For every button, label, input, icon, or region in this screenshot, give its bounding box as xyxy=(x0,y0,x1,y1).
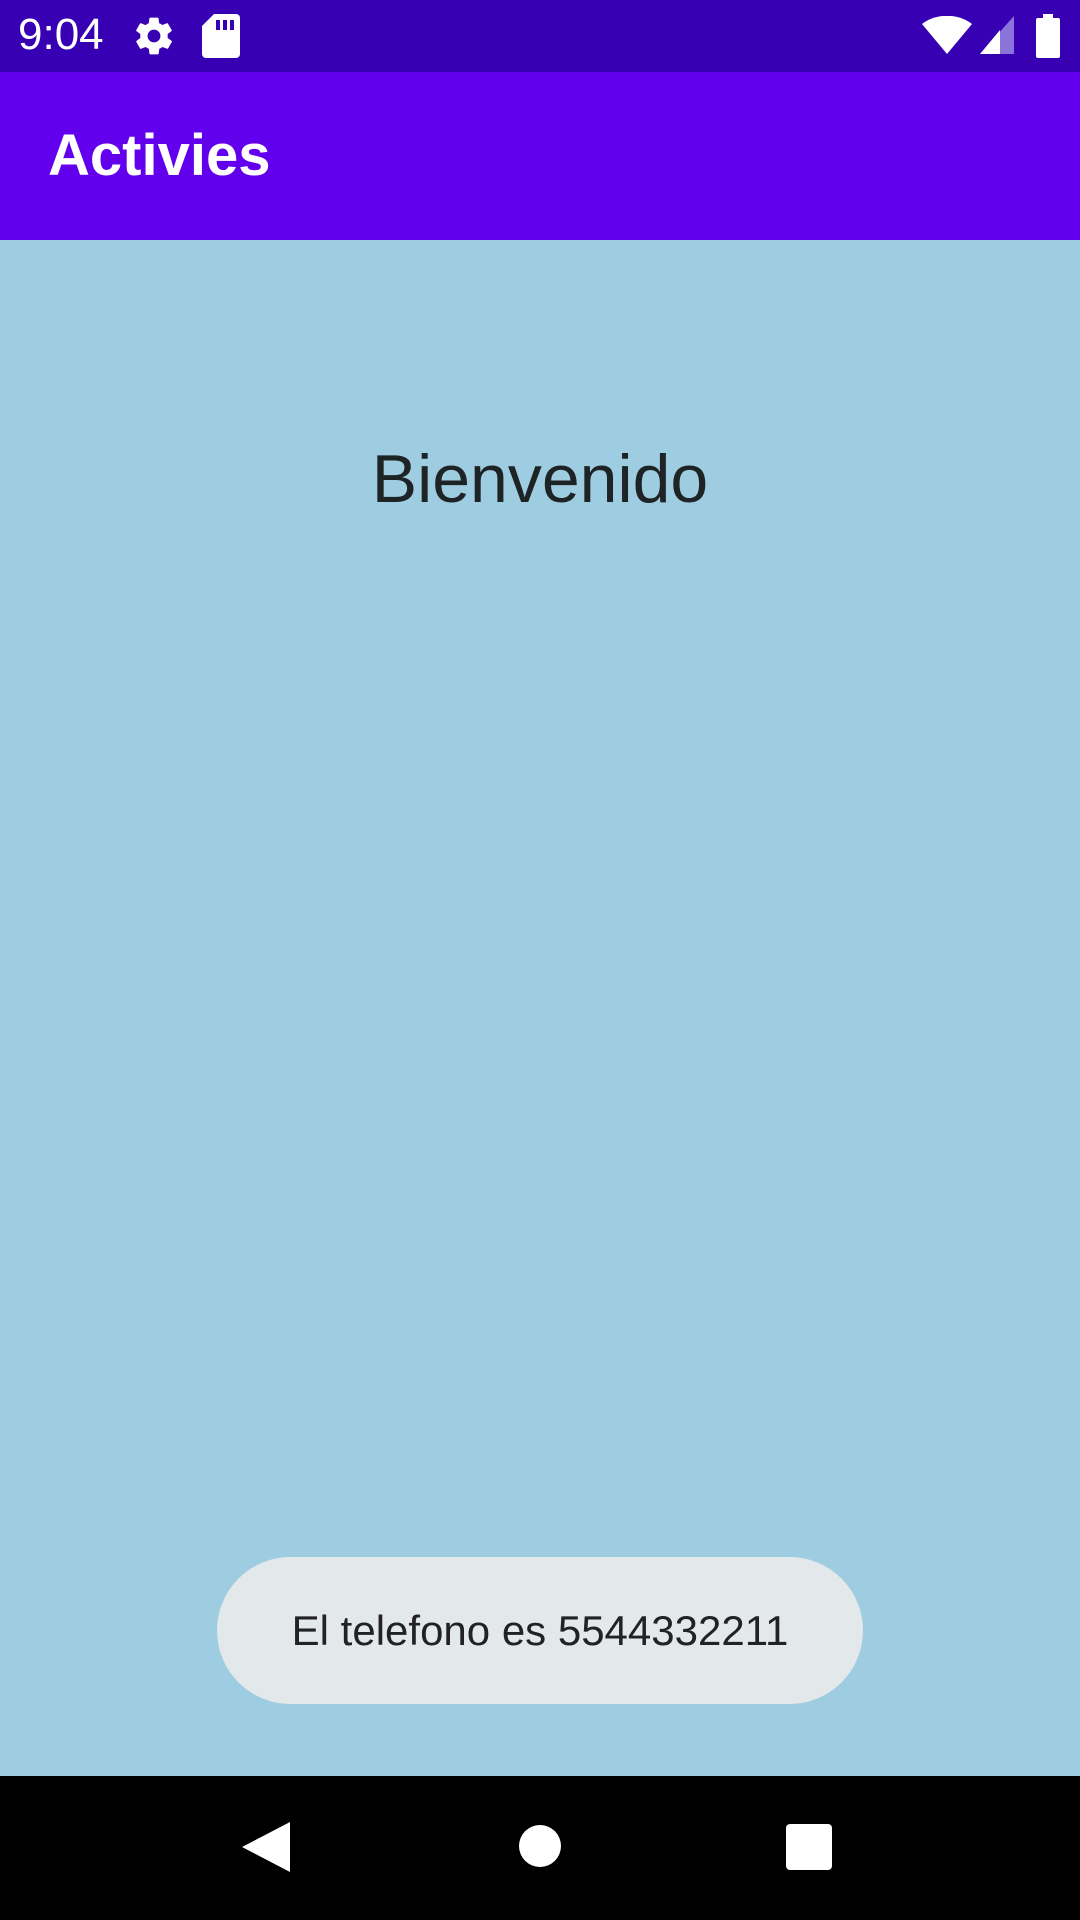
back-icon[interactable] xyxy=(242,1822,290,1876)
toast-text: El telefono es 5544332211 xyxy=(291,1606,789,1654)
recents-icon[interactable] xyxy=(786,1824,832,1874)
toast-message: El telefono es 5544332211 xyxy=(217,1557,863,1704)
wifi-icon xyxy=(922,15,972,58)
app-bar: Activies xyxy=(0,72,1080,240)
gear-icon xyxy=(132,14,176,62)
signal-icon xyxy=(980,16,1014,58)
main-content: Bienvenido xyxy=(0,240,1080,1776)
navigation-bar xyxy=(0,1776,1080,1920)
status-time: 9:04 xyxy=(18,10,104,59)
sd-card-icon xyxy=(202,14,240,62)
welcome-text: Bienvenido xyxy=(371,441,709,517)
app-title: Activies xyxy=(48,123,271,188)
status-bar: 9:04 xyxy=(0,0,1080,72)
home-icon[interactable] xyxy=(518,1824,562,1872)
battery-icon xyxy=(1036,14,1060,62)
